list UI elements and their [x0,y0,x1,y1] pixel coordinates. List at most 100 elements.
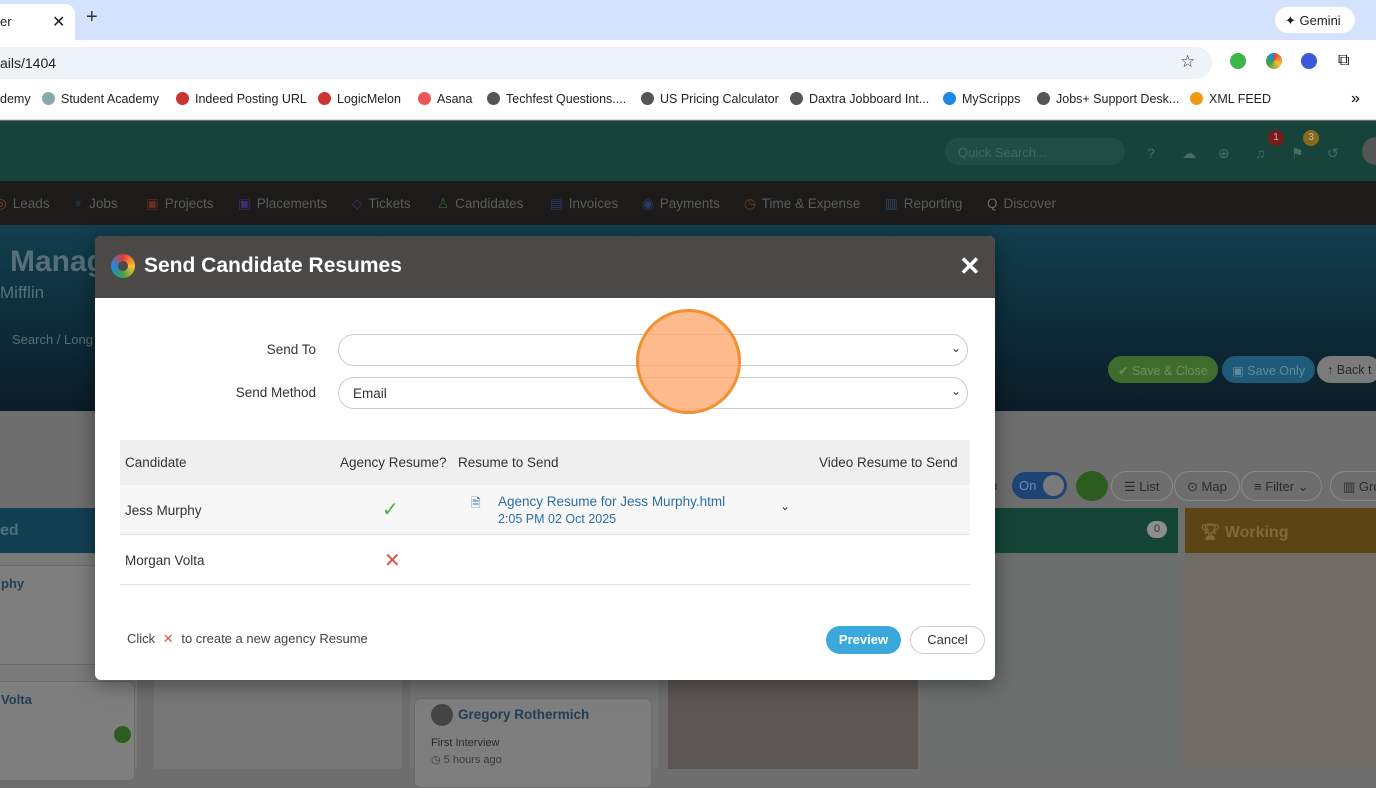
nav-icon: ▣ [238,196,251,211]
nav-icon: ♆ [73,196,84,211]
nav-item-candidates[interactable]: ♙ Candidates [437,196,523,212]
modal-title: Send Candidate Resumes [144,254,402,277]
add-icon[interactable]: ⊕ [1218,145,1230,162]
nav-item-discover[interactable]: Q Discover [987,196,1056,211]
bookmark-favicon-icon [790,92,803,105]
nav-icon: ♙ [437,196,450,211]
nav-item-payments[interactable]: ◉ Payments [642,196,720,212]
nav-item-tickets[interactable]: ◇ Tickets [352,196,411,212]
close-icon[interactable]: ✕ [959,251,981,282]
candidate-card-name[interactable]: Volta [0,682,134,707]
bookmark-item[interactable]: Indeed Posting URL [176,92,307,106]
extension-icon[interactable] [1266,53,1282,69]
url-field[interactable]: ails/1404 [0,47,1212,79]
send-method-label: Send Method [235,385,316,400]
bookmark-item[interactable]: Student Academy [42,92,159,106]
bookmark-item[interactable]: US Pricing Calculator [641,92,779,106]
nav-item-jobs[interactable]: ♆ Jobs [73,196,118,211]
bookmark-favicon-icon [1037,92,1050,105]
page-subtitle: Mifflin [0,283,45,302]
sparkle-icon: ✦ [1285,13,1300,28]
preview-button[interactable]: Preview [826,626,901,654]
flag-badge: 3 [1303,130,1319,146]
map-view-button[interactable]: ⊙ Map [1174,471,1240,501]
column-header: 🏆︎ Working [1185,508,1376,553]
candidate-name: Jess Murphy [125,503,202,518]
avatar [431,704,453,726]
bookmark-item[interactable]: demy [0,92,31,106]
bookmark-favicon-icon [418,92,431,105]
bookmark-favicon-icon [176,92,189,105]
on-toggle[interactable]: On [1012,472,1067,499]
nav-icon: ▤ [550,196,563,211]
new-tab-button[interactable]: + [86,6,98,29]
chevron-down-icon: ⌄ [950,341,961,355]
extension-icon[interactable] [1230,53,1246,69]
quick-search-input[interactable]: Quick Search... [945,138,1125,165]
bookmark-favicon-icon [318,92,331,105]
bookmark-item[interactable]: Daxtra Jobboard Int... [790,92,929,106]
app-header [0,121,1376,181]
trophy-icon: 🏆︎ [1200,524,1221,541]
gemini-label: Gemini [1299,13,1341,28]
notification-badge: 1 [1268,130,1284,146]
resume-date: 2:05 PM 02 Oct 2025 [498,512,617,526]
group-button[interactable]: ▥ Gro [1330,471,1376,501]
save-close-button[interactable]: ✔ Save & Close [1108,356,1218,383]
click-indicator [636,309,741,414]
board-column: 🏆︎ Working [1185,508,1376,769]
resume-link[interactable]: Agency Resume for Jess Murphy.html [498,494,725,509]
app-logo-icon [111,254,135,278]
nav-icon: ◷ [744,196,756,211]
hint-text: Click ✕ to create a new agency Resume [127,631,368,646]
save-only-button[interactable]: ▣ Save Only [1222,356,1315,383]
back-button[interactable]: ↑ Back t [1317,356,1376,383]
close-tab-icon[interactable]: ✕ [52,12,65,32]
page-title: Manag [10,245,106,278]
bookmark-item[interactable]: Techfest Questions.... [487,92,626,106]
extension-icon[interactable] [1301,53,1317,69]
bookmark-star-icon[interactable]: ☆ [1180,52,1195,72]
bookmark-item[interactable]: XML FEED [1190,92,1271,106]
bookmark-item[interactable]: Asana [418,92,472,106]
gemini-button[interactable]: ✦ Gemini [1275,7,1355,33]
list-view-button[interactable]: ☰ List [1111,471,1173,501]
bookmark-favicon-icon [1190,92,1203,105]
nav-item-invoices[interactable]: ▤ Invoices [550,196,618,212]
nav-item-projects[interactable]: ▣ Projects [146,196,214,212]
browser-tab[interactable]: er ✕ [0,4,75,40]
puzzle-icon[interactable]: ⧉ [1338,52,1349,70]
resume-dropdown-chevron-icon[interactable]: ⌄ [780,499,790,513]
history-icon[interactable]: ↺ [1327,145,1339,162]
flag-icon[interactable]: ⚑ [1291,145,1304,162]
nav-item-placements[interactable]: ▣ Placements [238,196,327,212]
bookmark-item[interactable]: MyScripps [943,92,1020,106]
bookmark-item[interactable]: LogicMelon [318,92,401,106]
nav-item-leads[interactable]: ◎ Leads [0,196,50,212]
nav-item-time-expense[interactable]: ◷ Time & Expense [744,196,860,212]
check-icon: ✓ [382,499,399,521]
nav-item-reporting[interactable]: ▥ Reporting [885,196,962,212]
create-agency-resume-x-icon[interactable]: ✕ [384,548,401,573]
help-icon[interactable]: ? [1147,145,1155,161]
candidate-card-name[interactable]: Gregory Rothermich [458,707,589,722]
column-header: Resume to Send [458,455,559,470]
tab-title: er [0,14,12,29]
file-icon: 🗎︎ [471,496,481,510]
users-filter-button[interactable] [1076,471,1108,501]
time-label: ◷ 5 hours ago [431,754,502,766]
modal-header: Send Candidate Resumes ✕ [95,236,995,298]
column-header: Candidate [125,455,187,470]
more-bookmarks-button[interactable]: » [1351,90,1360,108]
chat-icon[interactable]: ☁ [1182,145,1196,162]
x-icon: ✕ [162,631,174,646]
filter-button[interactable]: ≡ Filter ⌄ [1241,471,1322,501]
send-to-label: Send To [266,342,316,357]
send-resumes-modal: Send Candidate Resumes ✕ Send To ⌄ Send … [95,236,995,680]
bookmark-item[interactable]: Jobs+ Support Desk... [1037,92,1179,106]
nav-icon: Q [987,196,998,211]
bell-icon[interactable]: ♫ [1255,145,1266,161]
bookmark-favicon-icon [641,92,654,105]
column-header: Agency Resume? [340,455,447,470]
cancel-button[interactable]: Cancel [910,626,985,654]
